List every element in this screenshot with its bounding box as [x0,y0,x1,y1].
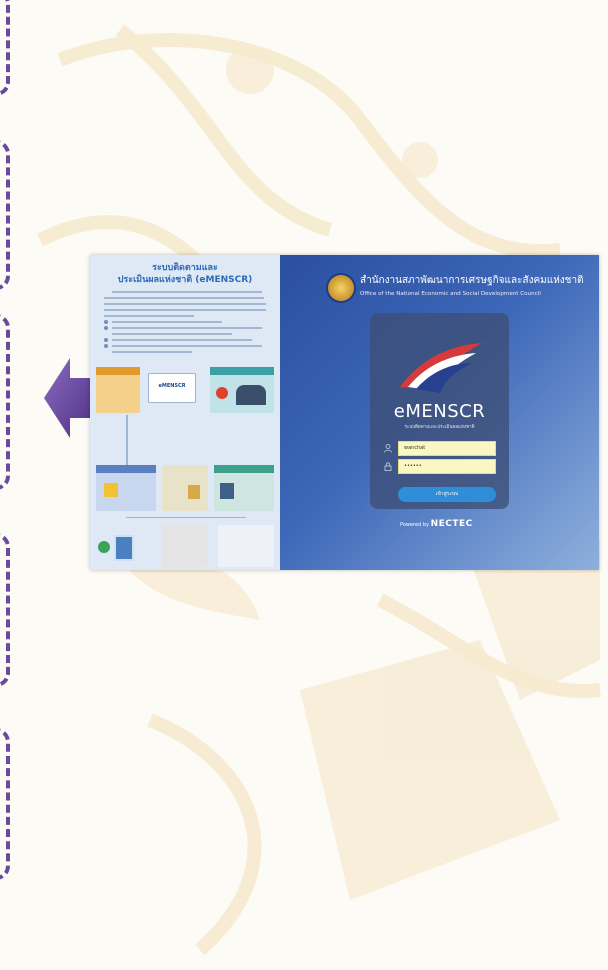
text-line [104,297,264,299]
text-line [104,309,266,311]
org-name-english: Office of the National Economic and Soci… [360,291,541,297]
flow-card-6 [214,465,274,511]
org-name-thai: สำนักงานสภาพัฒนาการเศรษฐกิจและสังคมแห่งช… [360,275,584,286]
text-line [112,291,262,293]
dashed-bracket-4 [0,533,10,687]
infographic-pane: ระบบติดตามและ ประเมินผลแห่งชาติ (eMENSCR… [90,255,280,570]
text-line [112,339,252,341]
lock-icon [384,462,392,471]
flow-card-2: eMENSCR [148,373,196,403]
powered-by: Powered by NECTEC [400,519,473,529]
dashed-bracket-1 [0,0,10,96]
dashed-bracket-3 [0,314,10,490]
password-field[interactable]: •••••• [398,459,496,474]
emenscr-logo-icon [400,343,482,393]
card-emenscr-label: eMENSCR [158,383,186,389]
username-field[interactable]: wanchat [398,441,496,456]
dashed-bracket-5 [0,728,10,880]
nectec-logo: NECTEC [430,519,473,529]
bullet [104,326,108,330]
bullet [104,338,108,342]
left-arrow-icon [44,358,94,438]
flow-card-7 [96,527,152,565]
login-pane: สำนักงานสภาพัฒนาการเศรษฐกิจและสังคมแห่งช… [280,255,599,570]
flow-card-1 [96,367,140,413]
powered-prefix: Powered by [400,522,429,528]
text-line [104,315,194,317]
login-button[interactable]: เข้าสู่ระบบ [398,487,496,502]
app-subtitle: ระบบติดตามและประเมินผลแห่งชาติ [404,425,475,430]
text-line [112,345,262,347]
bullet [104,344,108,348]
text-line [112,327,262,329]
text-line [112,321,222,323]
text-line [112,333,232,335]
text-line [104,303,266,305]
login-card: eMENSCR ระบบติดตามและประเมินผลแห่งชาติ w… [370,313,509,509]
bullet [104,320,108,324]
infographic-title-line2: ประเมินผลแห่งชาติ (eMENSCR) [117,275,253,285]
flow-card-4 [96,465,156,511]
flow-card-5 [162,465,208,511]
flow-card-3 [210,367,274,413]
app-name: eMENSCR [393,401,486,422]
system-screenshot: ระบบติดตามและ ประเมินผลแห่งชาติ (eMENSCR… [90,255,599,570]
user-icon [384,444,392,453]
flow-card-9 [218,525,274,567]
flow-card-8 [162,525,208,567]
dashed-bracket-2 [0,140,10,290]
text-line [112,351,192,353]
nesdc-logo-icon [328,275,354,301]
